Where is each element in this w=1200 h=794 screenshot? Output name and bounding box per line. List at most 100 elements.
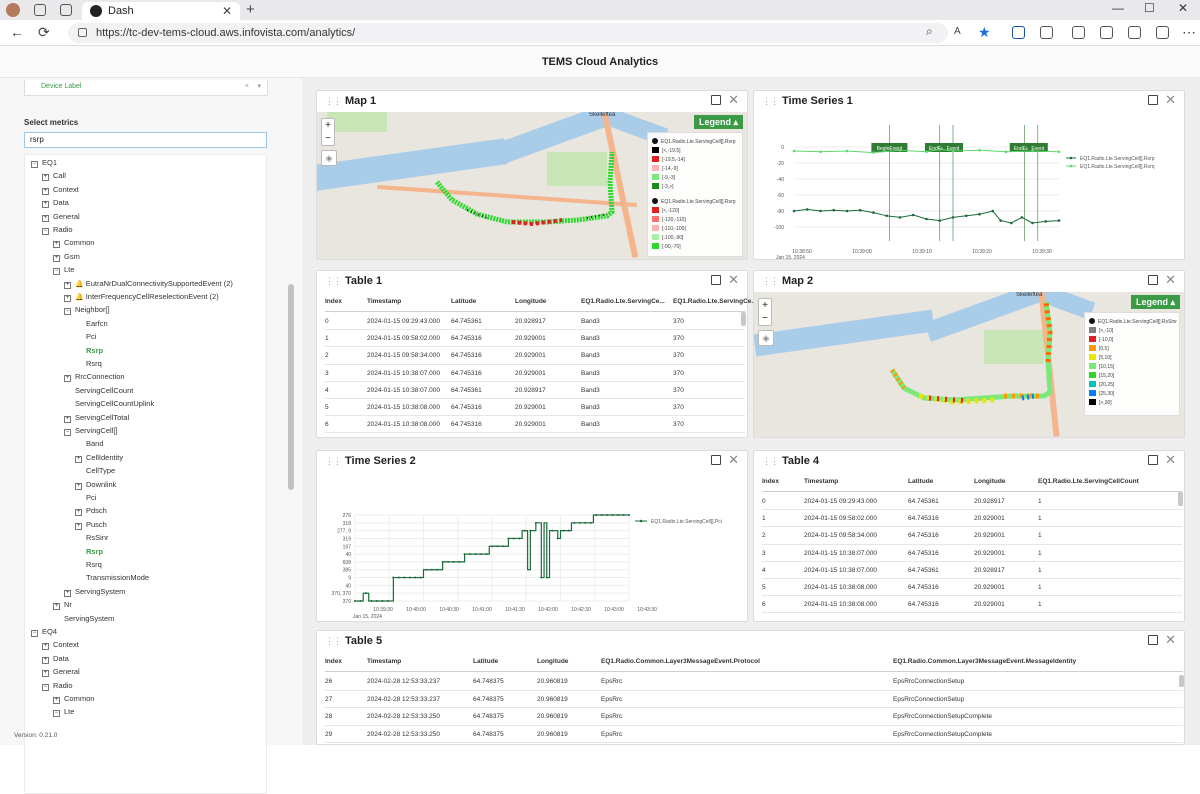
tree-node[interactable]: + CellIdentity <box>75 453 123 463</box>
data-point[interactable] <box>999 219 1002 222</box>
data-point[interactable] <box>991 209 995 213</box>
data-point[interactable] <box>885 214 889 218</box>
device-label-chip[interactable]: Device Label × ▾ <box>24 80 268 96</box>
edit-icon[interactable] <box>711 455 721 465</box>
profile-avatar[interactable] <box>6 3 20 17</box>
column-header[interactable]: Latitude <box>908 474 933 490</box>
data-point[interactable] <box>845 209 849 213</box>
data-point[interactable] <box>595 514 598 516</box>
map-canvas[interactable]: Skellefteå + − ◈ Legend ▴ EQ1.Radio.Lte.S… <box>754 292 1184 437</box>
table-row[interactable]: 28 2024-02-28 12:53:33.250 64.748375 20.960… <box>325 708 1183 726</box>
data-point[interactable] <box>430 568 433 571</box>
sidebar-scrollbar[interactable] <box>288 284 294 490</box>
tree-node[interactable]: − Lte <box>53 707 74 718</box>
zoom-in-icon[interactable]: + <box>322 119 334 132</box>
tree-node[interactable]: + General <box>42 667 80 678</box>
tree-node[interactable]: − Radio <box>42 225 73 235</box>
data-point[interactable] <box>529 529 532 532</box>
data-point[interactable] <box>573 521 576 524</box>
url-field[interactable]: https://tc-dev-tems-cloud.aws.infovista.… <box>68 23 948 43</box>
data-point[interactable] <box>518 537 521 540</box>
copilot-icon[interactable] <box>1156 26 1169 39</box>
expand-icon[interactable]: + <box>53 241 60 249</box>
collapse-icon[interactable]: − <box>64 429 71 436</box>
tree-node[interactable]: + Context <box>42 640 79 651</box>
column-header[interactable]: Index <box>325 654 342 670</box>
edit-icon[interactable] <box>711 275 721 285</box>
data-point[interactable] <box>606 514 609 516</box>
column-header[interactable]: Latitude <box>451 294 476 310</box>
data-point[interactable] <box>425 568 428 571</box>
data-point[interactable] <box>1031 149 1034 153</box>
tree-node[interactable]: + Context <box>42 185 79 195</box>
tree-node[interactable]: + ServingSystem <box>64 587 125 597</box>
layers-icon[interactable]: ◈ <box>758 330 774 346</box>
column-header[interactable]: Longitude <box>974 474 1005 490</box>
table-scrollbar[interactable] <box>741 312 746 326</box>
maximize-icon[interactable]: ☐ <box>1144 1 1155 15</box>
data-point[interactable] <box>375 600 378 602</box>
tree-node[interactable]: − ServingCell[] <box>64 426 118 436</box>
table-row[interactable]: 4 2024-01-15 10:38:07.000 64.745361 20.9289… <box>762 562 1182 579</box>
data-point[interactable] <box>925 150 928 154</box>
collapse-icon[interactable]: − <box>42 683 49 691</box>
data-point[interactable] <box>408 576 411 579</box>
data-point[interactable] <box>611 514 614 516</box>
data-point[interactable] <box>381 600 384 602</box>
tree-node[interactable]: + 🔔 EutraNrDualConnectivitySupportedEvent … <box>64 279 233 290</box>
data-point[interactable] <box>370 600 373 602</box>
tree-node[interactable]: + Data <box>42 198 69 209</box>
more-menu-icon[interactable]: ⋯ <box>1182 24 1196 41</box>
data-point[interactable] <box>447 560 450 563</box>
tree-node[interactable]: + Data <box>42 654 69 664</box>
expand-icon[interactable]: + <box>75 522 82 530</box>
clear-icon[interactable]: × <box>245 80 249 94</box>
minimize-icon[interactable]: — <box>1112 1 1124 15</box>
column-header[interactable]: Timestamp <box>367 654 401 670</box>
tree-node[interactable]: + Pdsch <box>75 506 107 517</box>
close-icon[interactable]: ✕ <box>728 272 739 288</box>
data-point[interactable] <box>951 149 955 153</box>
close-icon[interactable]: ✕ <box>728 92 739 108</box>
chevron-down-icon[interactable]: ▾ <box>257 80 261 94</box>
zoom-out-icon[interactable]: − <box>759 312 771 325</box>
data-point[interactable] <box>469 553 472 556</box>
expand-icon[interactable]: + <box>64 375 71 383</box>
data-point[interactable] <box>403 576 406 579</box>
tree-node[interactable]: Rsrp <box>75 547 103 557</box>
window-close-icon[interactable]: ✕ <box>1178 1 1188 15</box>
data-point[interactable] <box>858 208 862 212</box>
close-icon[interactable]: ✕ <box>1165 452 1176 468</box>
data-point[interactable] <box>792 149 796 153</box>
tab-actions-icon[interactable] <box>60 4 72 16</box>
data-point[interactable] <box>386 600 389 602</box>
column-header[interactable]: Index <box>762 474 779 490</box>
collapse-icon[interactable]: − <box>53 710 60 718</box>
data-point[interactable] <box>545 576 548 579</box>
table-row[interactable]: 4 2024-01-15 10:38:07.000 64.745361 20.9289… <box>325 382 745 399</box>
workspaces-icon[interactable] <box>34 4 46 16</box>
data-point[interactable] <box>354 600 356 602</box>
collapse-icon[interactable]: − <box>42 228 49 235</box>
data-point[interactable] <box>938 219 942 222</box>
tree-node[interactable]: CellType <box>75 466 115 476</box>
data-point[interactable] <box>501 545 504 548</box>
collapse-icon[interactable]: − <box>53 268 60 276</box>
tree-node[interactable]: Pci <box>75 332 96 342</box>
data-point[interactable] <box>507 537 510 540</box>
expand-icon[interactable]: + <box>42 187 49 195</box>
data-point[interactable] <box>578 521 581 524</box>
tree-node[interactable]: + RrcConnection <box>64 372 125 383</box>
data-point[interactable] <box>463 553 466 556</box>
table-row[interactable]: 29 2024-02-28 12:53:33.250 64.748375 20.960… <box>325 726 1183 744</box>
data-point[interactable] <box>1031 221 1034 225</box>
zoom-controls[interactable]: + − <box>758 298 772 326</box>
data-point[interactable] <box>951 216 955 219</box>
data-point[interactable] <box>392 576 395 579</box>
close-icon[interactable]: ✕ <box>1165 632 1176 648</box>
data-point[interactable] <box>978 212 981 216</box>
tree-node[interactable]: − Lte <box>53 265 74 276</box>
column-header[interactable]: Longitude <box>537 654 568 670</box>
column-header[interactable]: EQ1.Radio.Lte.ServingCe... <box>673 294 757 310</box>
legend-toggle-button[interactable]: Legend ▴ <box>693 115 743 129</box>
